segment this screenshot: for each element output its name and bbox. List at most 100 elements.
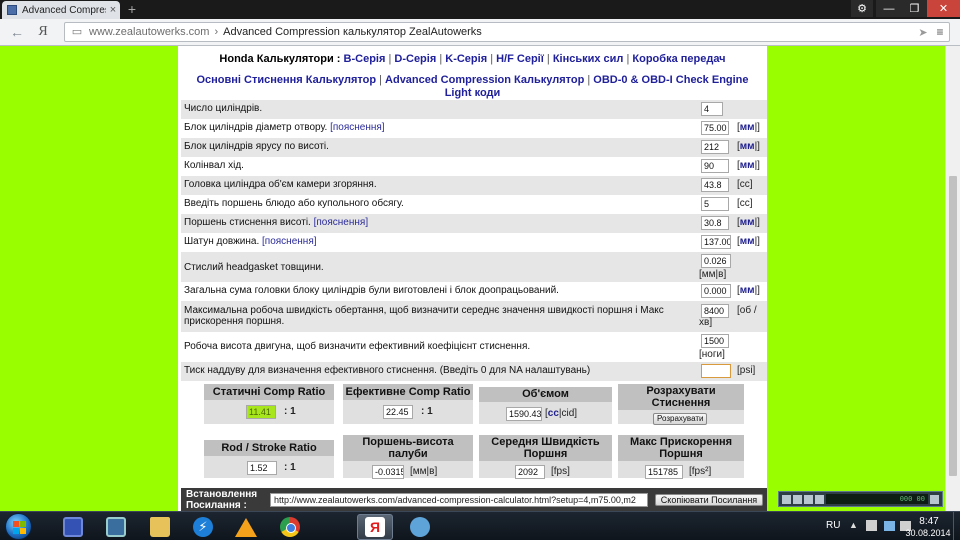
media-player-widget[interactable]: 000 00 — [778, 491, 943, 507]
taskbar-app-computer[interactable] — [98, 514, 134, 540]
taskbar-app-yandex[interactable]: Я — [357, 514, 393, 540]
row-label: Введіть поршень блюдо або купольного обс… — [184, 198, 404, 209]
windows-taskbar: ⚡ Я RU ▲ 8:47 30.08.2014 — [0, 511, 960, 540]
deck-clearance-box: Поршень-висота палуби -0.0315 [мм|в] — [343, 435, 473, 479]
clock-date[interactable]: 30.08.2014 — [904, 528, 952, 538]
network-icon[interactable] — [884, 521, 895, 531]
compression-height-input[interactable]: 30.8 — [701, 216, 729, 230]
tray-expand-icon[interactable]: ▲ — [849, 520, 858, 530]
copy-link-button[interactable]: Скопіювати Посилання — [655, 494, 763, 506]
max-rpm-unit: [об / — [737, 305, 757, 316]
nav-link-gearbox[interactable]: Коробка передач — [632, 53, 725, 65]
taskbar-app-chrome[interactable] — [272, 514, 308, 540]
action-center-icon[interactable] — [866, 520, 877, 531]
rod-stroke-title: Rod / Stroke Ratio — [204, 440, 334, 456]
bore-unit[interactable]: [мм|] — [737, 122, 760, 134]
stroke-input[interactable]: 90 — [701, 159, 729, 173]
taskbar-app-explorer[interactable] — [142, 514, 178, 540]
milled-input[interactable]: 0.000 — [701, 284, 731, 298]
effective-cr-value[interactable]: 22.45 — [383, 405, 413, 419]
chamber-volume-input[interactable]: 43.8 — [701, 178, 729, 192]
media-prev-icon[interactable] — [782, 494, 791, 504]
piston-accel-value[interactable]: 151785 — [645, 465, 683, 479]
media-stop-icon[interactable] — [804, 494, 813, 504]
deck-height-unit[interactable]: [мм|] — [737, 141, 760, 153]
nav-link-advanced-compression[interactable]: Advanced Compression Калькулятор — [385, 74, 584, 86]
show-desktop-button[interactable] — [953, 512, 960, 540]
clock-time[interactable]: 8:47 — [912, 516, 946, 527]
media-volume-icon[interactable] — [930, 494, 939, 504]
piston-dome-input[interactable]: 5 — [701, 197, 729, 211]
nav-link-basic-compression[interactable]: Основні Стиснення Калькулятор — [196, 74, 376, 86]
row-cylinders: Число циліндрів. 4 — [181, 100, 767, 119]
tab-close-icon[interactable]: × — [106, 4, 120, 16]
scroll-thumb[interactable] — [949, 176, 957, 476]
nav-link-horsepower[interactable]: Кінських сил — [553, 53, 624, 65]
volume-unit[interactable]: [cc|cid] — [545, 408, 577, 420]
close-window-button[interactable]: ✕ — [927, 0, 960, 17]
nav-link-hf-series[interactable]: H/F Серії — [496, 53, 544, 65]
headgasket-input[interactable]: 0.026 — [701, 254, 731, 268]
piston-speed-value[interactable]: 2092 — [515, 465, 545, 479]
address-bar[interactable]: ▭ www.zealautowerks.com › Advanced Compr… — [64, 22, 950, 42]
row-deck-height: Блок циліндрів ярусу по висоті. 212 [мм|… — [181, 138, 767, 157]
back-arrow-icon[interactable]: ← — [9, 24, 25, 40]
calculate-title: Розрахувати Стиснення — [618, 384, 744, 410]
static-cr-value[interactable]: 11.41 — [246, 405, 276, 419]
headgasket-unit[interactable]: [мм|в] — [699, 269, 726, 281]
deck-clearance-title: Поршень-висота палуби — [343, 435, 473, 461]
volume-value[interactable]: 1590.43 — [506, 407, 542, 421]
page-icon: ▭ — [71, 26, 83, 38]
row-altitude: Робоча висота двигуна, щоб визначити ефе… — [181, 332, 767, 362]
maximize-button[interactable]: ❐ — [902, 0, 927, 17]
rod-length-unit[interactable]: [мм|] — [737, 236, 760, 248]
rod-length-input[interactable]: 137.00 — [701, 235, 731, 249]
setup-link-bar: Встановлення Посилання : http://www.zeala… — [181, 488, 767, 511]
row-boost: Тиск наддуву для визначення ефективного … — [181, 362, 767, 381]
warning-icon — [235, 517, 257, 537]
browser-tab[interactable]: Advanced Compressic × — [2, 1, 120, 19]
max-rpm-input[interactable]: 8400 — [701, 304, 729, 318]
deck-clearance-unit[interactable]: [мм|в] — [410, 466, 437, 478]
yandex-button[interactable]: Я — [36, 23, 50, 41]
calculate-button[interactable]: Розрахувати — [653, 413, 708, 425]
hint-link[interactable]: [пояснення] — [330, 122, 385, 133]
language-indicator[interactable]: RU — [826, 520, 840, 531]
row-label: Шатун довжина. — [184, 236, 260, 247]
taskbar-app-tool[interactable] — [402, 514, 438, 540]
minimize-button[interactable]: — — [876, 0, 902, 17]
taskbar-app-warning[interactable] — [228, 514, 264, 540]
rod-stroke-value[interactable]: 1.52 — [247, 461, 277, 475]
taskbar-app-lightning[interactable]: ⚡ — [185, 514, 221, 540]
nav-link-k-series[interactable]: K-Серія — [445, 53, 487, 65]
cylinders-input[interactable]: 4 — [701, 102, 723, 116]
hint-link[interactable]: [пояснення] — [314, 217, 369, 228]
stroke-unit[interactable]: [мм|] — [737, 160, 760, 172]
row-label: Тиск наддуву для визначення ефективного … — [184, 365, 591, 376]
menu-icon[interactable]: ≡ — [931, 25, 949, 39]
setup-link-input[interactable]: http://www.zealautowerks.com/advanced-co… — [270, 493, 648, 507]
settings-icon[interactable]: ⚙ — [851, 0, 873, 17]
altitude-input[interactable]: 1500 — [701, 334, 729, 348]
row-label: Блок циліндрів ярусу по висоті. — [184, 141, 329, 152]
yandex-icon: Я — [365, 517, 385, 537]
deck-clearance-value[interactable]: -0.0315 — [372, 465, 404, 479]
computer-icon — [106, 517, 126, 537]
milled-unit[interactable]: [мм|] — [737, 285, 760, 297]
start-icon[interactable] — [5, 513, 32, 540]
new-tab-button[interactable]: + — [124, 2, 140, 16]
boost-input[interactable] — [701, 364, 731, 378]
nav-link-b-series[interactable]: B-Серія — [344, 53, 386, 65]
hint-link[interactable]: [пояснення] — [262, 236, 317, 247]
bore-input[interactable]: 75.00 — [701, 121, 729, 135]
media-next-icon[interactable] — [815, 494, 824, 504]
compression-height-unit[interactable]: [мм|] — [737, 217, 760, 229]
taskbar-app-save[interactable] — [55, 514, 91, 540]
url-title: Advanced Compression калькулятор ZealAut… — [223, 26, 482, 38]
deck-height-input[interactable]: 212 — [701, 140, 729, 154]
static-cr-suffix: : 1 — [284, 406, 296, 417]
nav-link-d-series[interactable]: D-Серія — [394, 53, 436, 65]
media-play-icon[interactable] — [793, 494, 802, 504]
share-icon[interactable]: ➤ — [915, 26, 931, 39]
page-scrollbar[interactable] — [945, 46, 960, 511]
